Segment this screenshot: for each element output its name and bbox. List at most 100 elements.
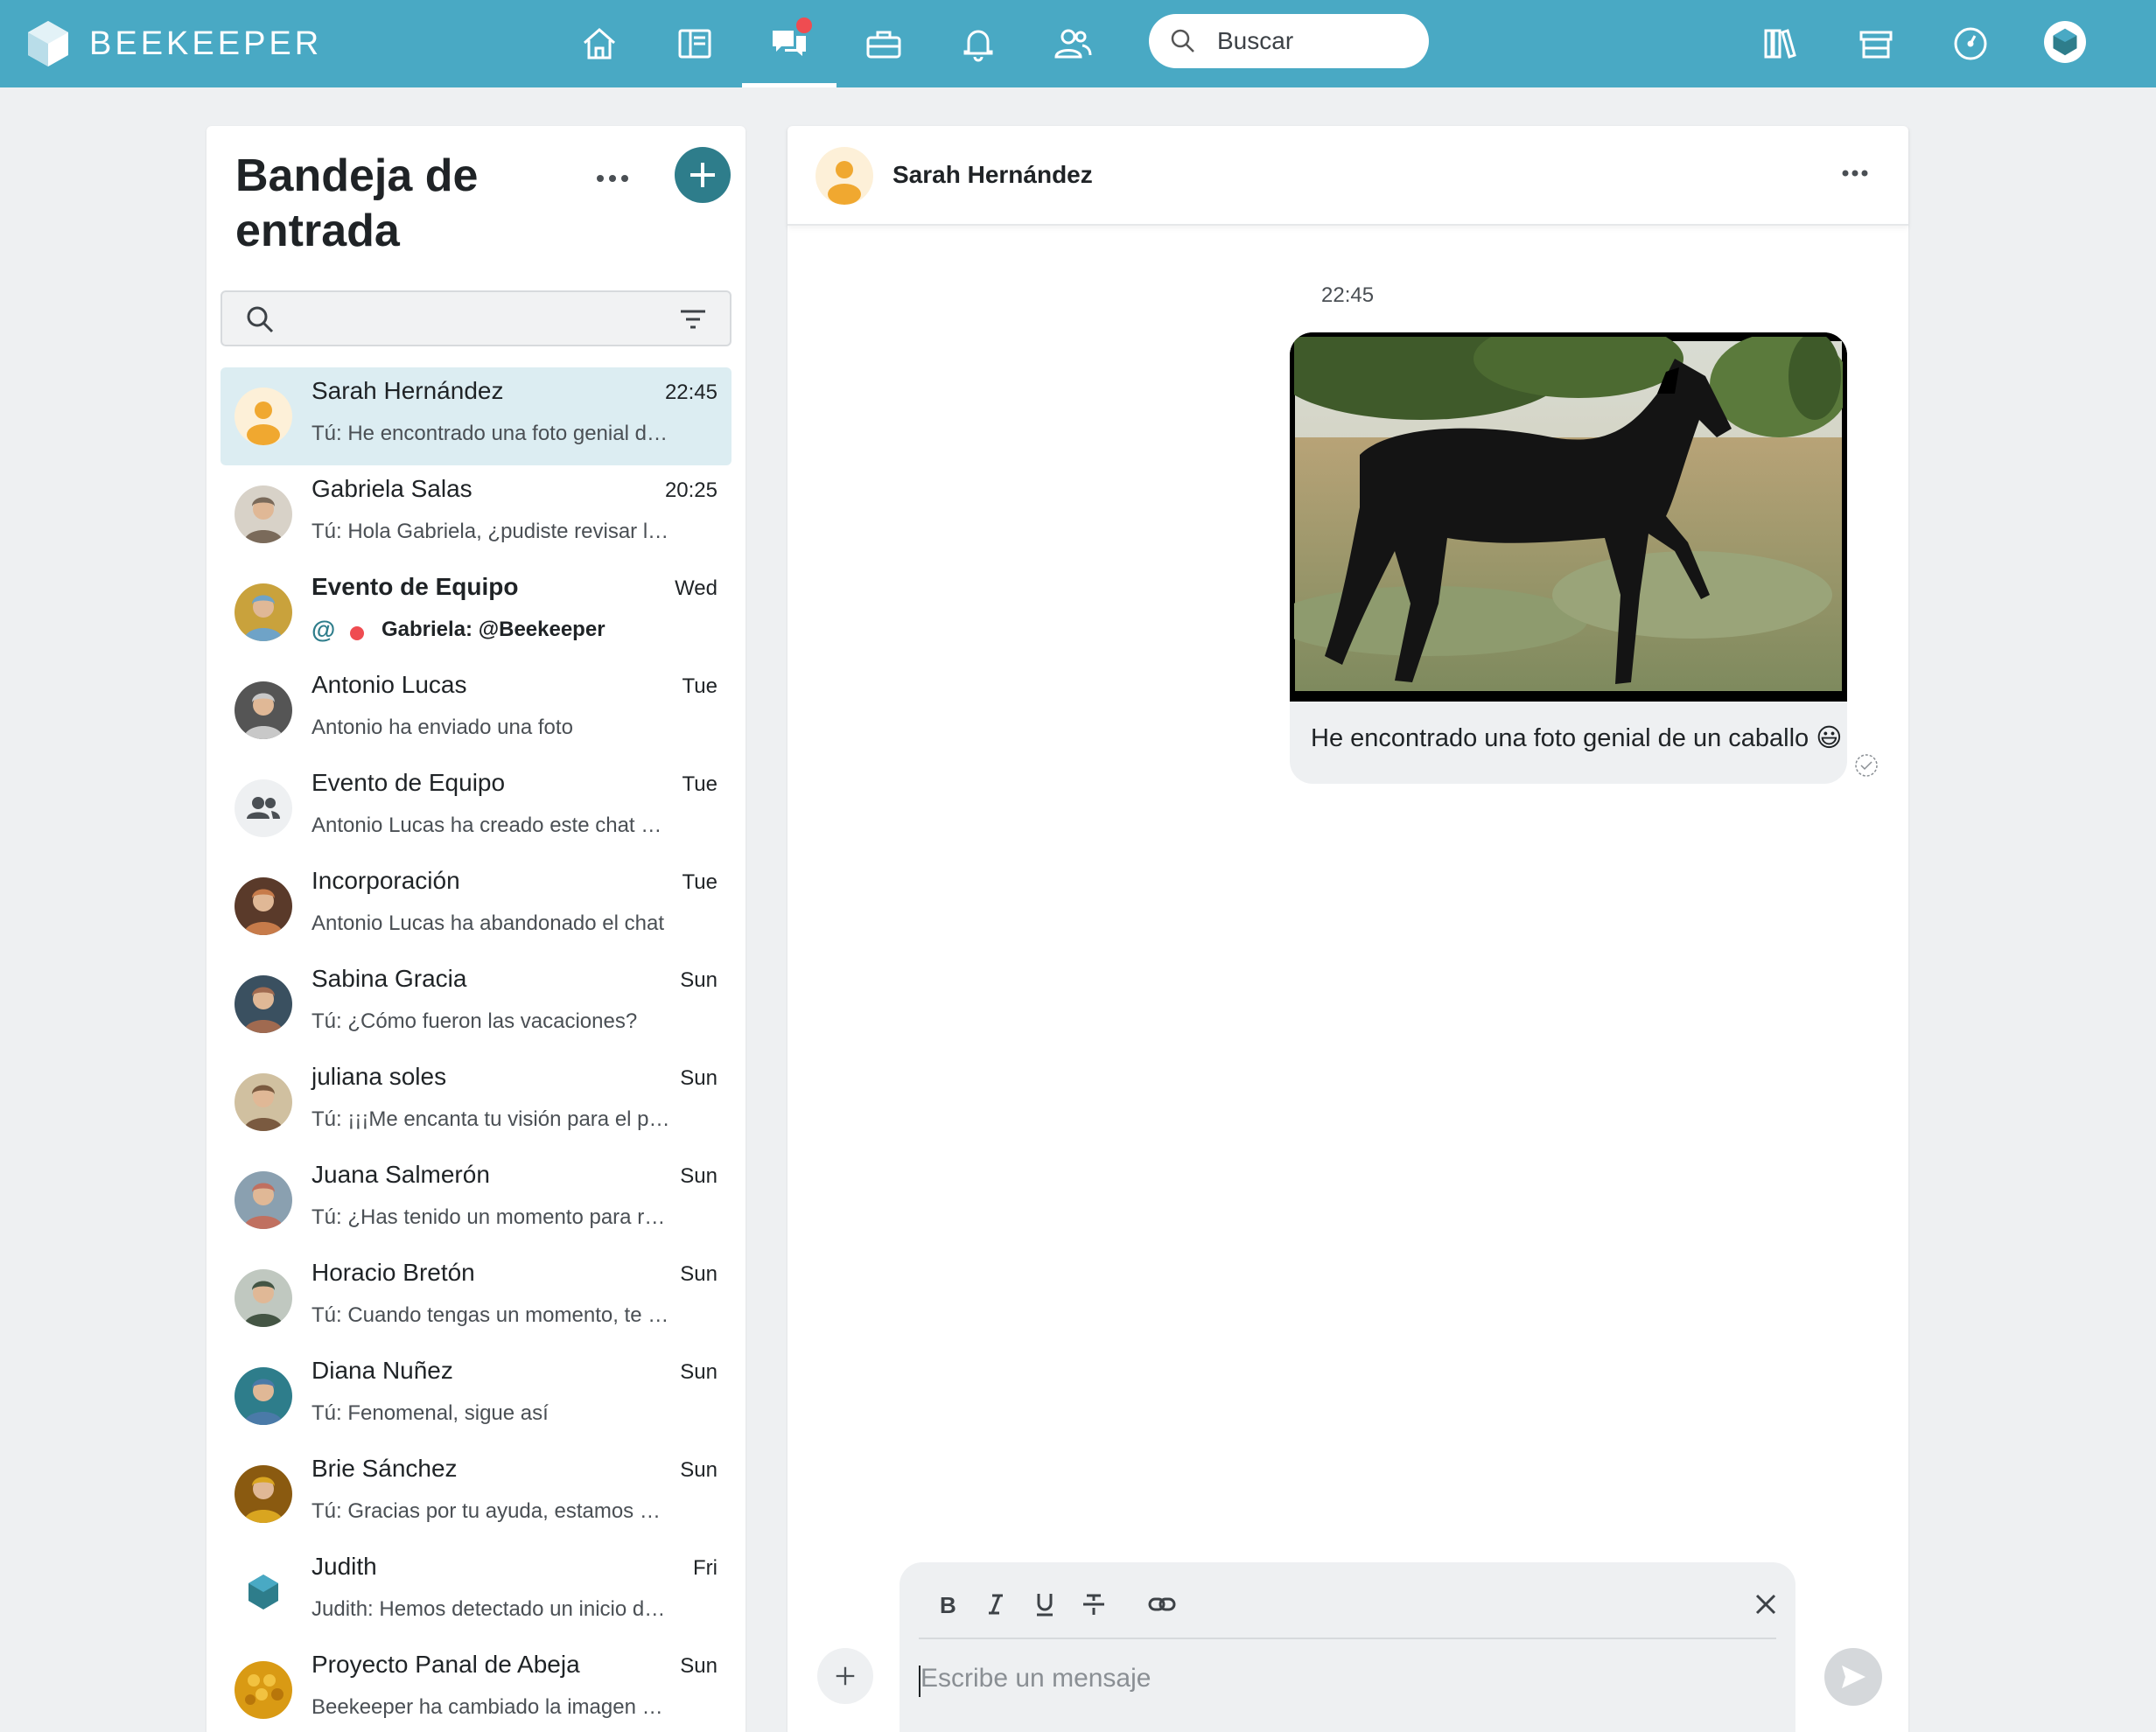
user-photo-avatar	[234, 1269, 292, 1327]
italic-button[interactable]	[978, 1587, 1013, 1622]
notifications-bell-icon	[963, 30, 993, 62]
user-photo-avatar	[234, 681, 292, 739]
user-photo-avatar	[234, 877, 292, 935]
global-search-input[interactable]: Buscar	[1149, 14, 1429, 68]
conversation-time: 22:45	[664, 381, 718, 404]
nav-store[interactable]	[1829, 0, 1923, 87]
conversation-preview: Tú: Cuando tengas un momento, te llamo	[312, 1303, 672, 1327]
conversation-item[interactable]: juliana soles Sun Tú: ¡¡¡Me encanta tu vis…	[220, 1053, 732, 1151]
conversation-item[interactable]: Brie Sánchez Sun Tú: Gracias por tu ayuda,…	[220, 1445, 732, 1543]
filter-icon[interactable]	[679, 308, 707, 331]
contact-name[interactable]: Sarah Hernández	[892, 161, 1093, 189]
conversation-item[interactable]: Horacio Bretón Sun Tú: Cuando tengas un mo…	[220, 1249, 732, 1347]
library-icon	[1764, 29, 1796, 59]
conversation-time: Tue	[682, 870, 718, 894]
conversation-name: Antonio Lucas	[312, 671, 467, 698]
attach-button[interactable]	[817, 1648, 873, 1704]
conversation-avatar	[234, 1661, 292, 1719]
message-input[interactable]: Escribe un mensaje	[920, 1664, 1151, 1694]
strikethrough-button[interactable]	[1076, 1587, 1111, 1622]
conversation-item[interactable]: Sarah Hernández 22:45 Tú: He encontrado un…	[220, 367, 732, 465]
nav-people[interactable]	[1026, 0, 1120, 87]
user-photo-avatar	[234, 1367, 292, 1425]
more-options-icon[interactable]	[593, 168, 632, 189]
conversation-item[interactable]: Juana Salmerón Sun Tú: ¿Has tenido un mome…	[220, 1151, 732, 1249]
conversation-time: 20:25	[664, 478, 718, 502]
conversation-name: Sarah Hernández	[312, 377, 504, 404]
conversation-name: Incorporación	[312, 867, 460, 894]
nav-library[interactable]	[1733, 0, 1828, 87]
conversation-item[interactable]: Antonio Lucas Tue Antonio ha enviado una f…	[220, 661, 732, 759]
conversation-item[interactable]: Evento de Equipo Tue Antonio Lucas ha crea…	[220, 759, 732, 857]
conversation-preview: Antonio ha enviado una foto	[312, 716, 573, 739]
inbox-title: Bandeja de entrada	[235, 150, 479, 256]
top-navigation-bar: BEEKEEPER Buscar	[0, 0, 2156, 87]
contact-avatar[interactable]	[816, 147, 873, 205]
chat-header: Sarah Hernández	[788, 126, 1908, 226]
search-icon	[1171, 29, 1194, 52]
new-chat-button[interactable]	[675, 147, 731, 203]
more-options-icon[interactable]	[1842, 166, 1868, 180]
mention-icon: @	[312, 616, 336, 643]
conversation-item[interactable]: Incorporación Tue Antonio Lucas ha abandon…	[220, 857, 732, 955]
message-text: He encontrado una foto genial de un caba…	[1311, 724, 1843, 752]
conversation-name: Sabina Gracia	[312, 965, 467, 992]
conversation-list: Sarah Hernández 22:45 Tú: He encontrado un…	[220, 367, 732, 1732]
close-icon	[1755, 1594, 1776, 1615]
conversation-avatar	[234, 485, 292, 543]
conversation-item[interactable]: Gabriela Salas 20:25 Tú: Hola Gabriela, ¿p…	[220, 465, 732, 563]
brand-logo[interactable]: BEEKEEPER	[26, 19, 322, 68]
conversation-item[interactable]: Sabina Gracia Sun Tú: ¿Cómo fueron las vac…	[220, 955, 732, 1053]
profile-avatar-icon	[2053, 28, 2077, 56]
conversation-item[interactable]: Judith Fri Judith: Hemos detectado un inic…	[220, 1543, 732, 1641]
send-button[interactable]	[1824, 1648, 1882, 1706]
honeycomb-avatar-icon	[234, 1661, 292, 1719]
nav-dashboard[interactable]	[1923, 0, 2018, 87]
conversation-avatar	[234, 681, 292, 739]
inbox-search-input[interactable]	[220, 290, 732, 346]
conversation-time: Tue	[682, 772, 718, 796]
nav-chat[interactable]	[742, 0, 836, 87]
conversation-item[interactable]: Diana Nuñez Sun Tú: Fenomenal, sigue así	[220, 1347, 732, 1445]
profile-avatar[interactable]	[2044, 21, 2086, 63]
conversation-preview: Judith: Hemos detectado un inicio de ses…	[312, 1597, 672, 1621]
nav-home[interactable]	[552, 0, 647, 87]
message-timestamp: 22:45	[1321, 283, 1375, 307]
conversation-avatar	[234, 877, 292, 935]
conversation-avatar	[234, 388, 292, 445]
conversation-time: Tue	[682, 674, 718, 698]
conversation-time: Sun	[680, 1360, 718, 1384]
link-button[interactable]	[1144, 1587, 1180, 1622]
conversation-time: Sun	[680, 1066, 718, 1090]
nav-toolbox[interactable]	[836, 0, 931, 87]
conversation-avatar	[234, 1073, 292, 1131]
conversation-preview: Tú: ¡¡¡Me encanta tu visión para el proy…	[312, 1107, 672, 1131]
conversation-time: Sun	[680, 1458, 718, 1482]
conversation-preview: Antonio Lucas ha abandonado el chat	[312, 911, 664, 935]
horse-photo[interactable]	[1290, 332, 1847, 702]
conversation-name: Juana Salmerón	[312, 1161, 490, 1188]
svg-text:B: B	[940, 1592, 956, 1618]
conversation-name: Brie Sánchez	[312, 1455, 458, 1482]
user-photo-avatar	[234, 1171, 292, 1229]
conversation-preview: Gabriela: @Beekeeper	[382, 618, 606, 641]
search-placeholder: Buscar	[1217, 27, 1294, 54]
chat-notification-dot	[794, 16, 814, 35]
message-bubble[interactable]: He encontrado una foto genial de un caba…	[1290, 332, 1847, 784]
conversation-item[interactable]: Evento de Equipo Wed @ Gabriela: @Beekeeper	[220, 563, 732, 661]
bold-button[interactable]: B	[929, 1587, 964, 1622]
conversation-preview: Tú: ¿Has tenido un momento para revisarl…	[312, 1205, 672, 1229]
nav-notifications[interactable]	[931, 0, 1026, 87]
conversation-preview: Tú: ¿Cómo fueron las vacaciones?	[312, 1009, 638, 1033]
close-toolbar-button[interactable]	[1748, 1587, 1783, 1622]
conversation-item[interactable]: Proyecto Panal de Abeja Sun Beekeeper ha c…	[220, 1641, 732, 1732]
conversation-preview: Tú: Gracias por tu ayuda, estamos encant…	[312, 1499, 672, 1523]
underline-button[interactable]	[1027, 1587, 1062, 1622]
chat-panel: Sarah Hernández 22:45 He encontrado una …	[788, 126, 1908, 1732]
nav-news-feed[interactable]	[648, 0, 742, 87]
conversation-preview: Tú: Hola Gabriela, ¿pudiste revisar los …	[312, 520, 672, 543]
conversation-name: Gabriela Salas	[312, 475, 472, 502]
store-icon	[1859, 31, 1893, 59]
image-attachment	[1290, 332, 1847, 702]
conversation-time: Sun	[680, 1654, 718, 1678]
